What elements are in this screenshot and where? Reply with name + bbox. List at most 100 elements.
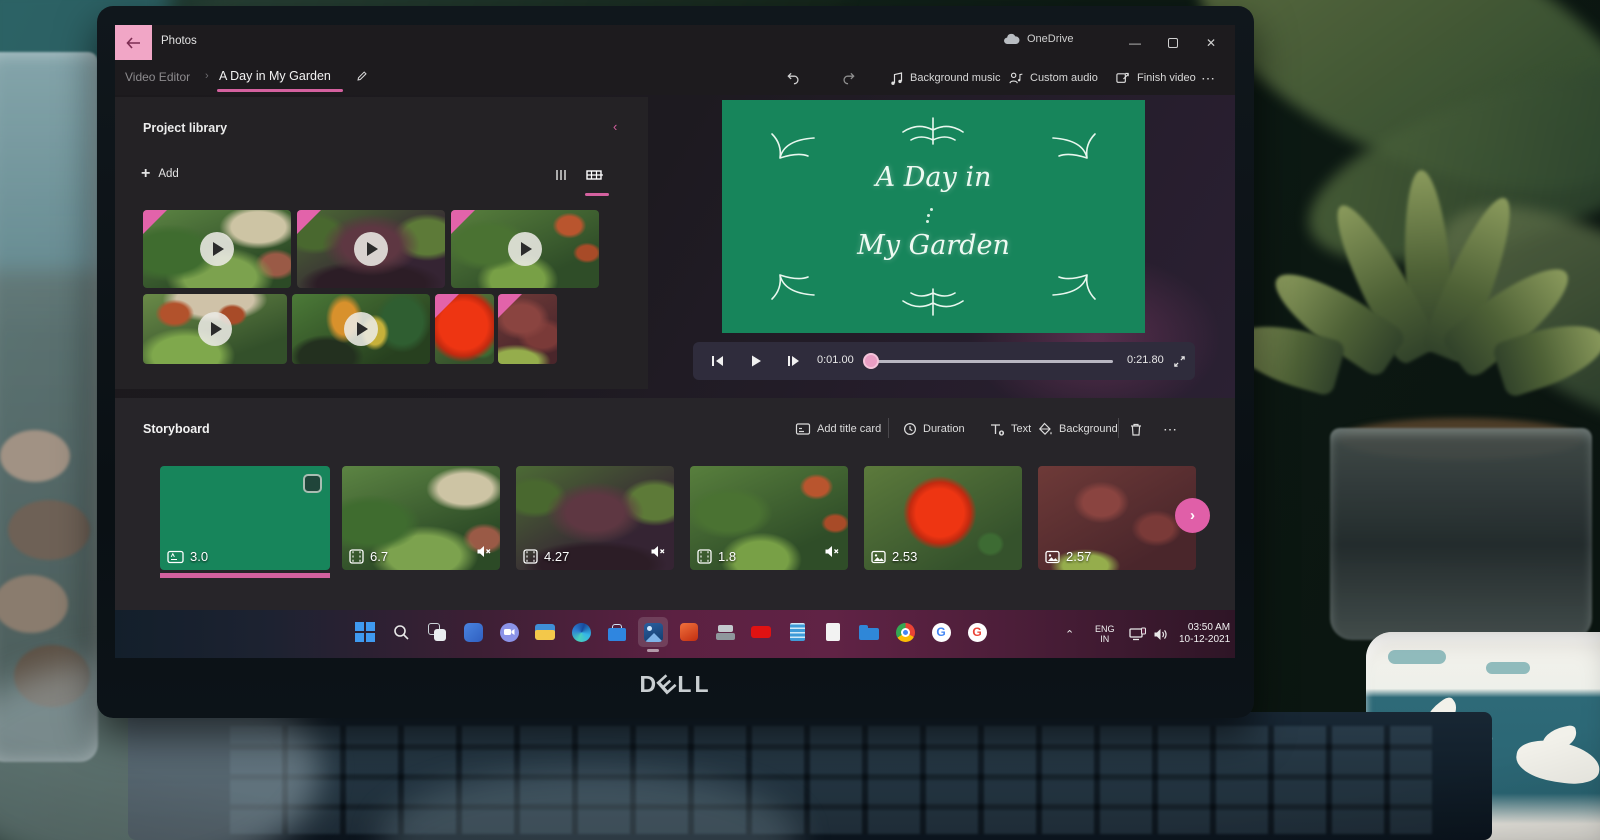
windows-taskbar: G G ⌃ ENG IN 03:50 AM 10-12-2021: [115, 610, 1235, 658]
onedrive-cloud-icon: [1004, 33, 1020, 45]
clip-duration: 6.7: [370, 549, 389, 564]
added-badge: [451, 210, 475, 234]
library-item-video-3[interactable]: [451, 210, 599, 288]
duration-button[interactable]: Duration: [903, 418, 965, 440]
list-view-toggle[interactable]: [553, 167, 569, 188]
background-button[interactable]: Background: [1037, 418, 1118, 440]
clock-tray[interactable]: 03:50 AM 10-12-2021: [1179, 610, 1230, 658]
grid-view-toggle[interactable]: [585, 167, 603, 188]
editor-main-area: Project library ‹ + Add A Day in My Gard…: [115, 95, 1235, 458]
fullscreen-button[interactable]: [1165, 342, 1193, 380]
device-app-button[interactable]: [710, 617, 740, 647]
storyboard-clip-video-3[interactable]: 1.8: [690, 466, 848, 570]
film-icon: [349, 549, 364, 564]
network-icon[interactable]: [1129, 610, 1146, 658]
language-indicator[interactable]: ENG IN: [1095, 610, 1115, 658]
title-card-line1: A Day in: [875, 162, 992, 193]
chrome-button[interactable]: [890, 617, 920, 647]
grid-view-active-underline: [585, 193, 609, 196]
mug-bird: [1513, 724, 1600, 788]
laptop-keyboard-deck: [128, 712, 1492, 840]
microsoft-store-button[interactable]: [602, 617, 632, 647]
storyboard-clip-video-1[interactable]: 6.7: [342, 466, 500, 570]
play-icon: [508, 232, 542, 266]
maximize-button[interactable]: [1155, 25, 1191, 60]
storyboard-clip-photo-2[interactable]: 2.57: [1038, 466, 1196, 570]
delete-clip-button[interactable]: [1129, 418, 1143, 440]
library-item-photo-2[interactable]: [498, 294, 557, 364]
plus-icon: +: [141, 165, 151, 182]
document-app-button[interactable]: [818, 617, 848, 647]
export-icon: [1116, 72, 1130, 83]
onedrive-status[interactable]: OneDrive: [1003, 33, 1073, 45]
storyboard-clip-titlecard[interactable]: 3.0: [160, 466, 330, 570]
start-button[interactable]: [350, 617, 380, 647]
playback-bar: 0:01.00 0:21.80: [693, 342, 1195, 380]
custom-audio-button[interactable]: Custom audio: [1008, 66, 1098, 90]
seek-thumb[interactable]: [863, 353, 879, 369]
task-view-button[interactable]: [422, 617, 452, 647]
office-button[interactable]: [674, 617, 704, 647]
undo-button[interactable]: [785, 66, 801, 90]
clip-checkbox[interactable]: [303, 474, 322, 493]
project-title: A Day in My Garden: [219, 69, 331, 83]
edge-button[interactable]: [566, 617, 596, 647]
library-item-video-2[interactable]: [297, 210, 445, 288]
breadcrumb-video-editor[interactable]: Video Editor: [125, 70, 190, 84]
scroll-next-button[interactable]: ›: [1175, 498, 1210, 533]
active-tab-underline: [217, 89, 343, 92]
minimize-button[interactable]: —: [1117, 25, 1153, 60]
search-button[interactable]: [386, 617, 416, 647]
total-time: 0:21.80: [1127, 354, 1164, 366]
add-title-card-button[interactable]: Add title card: [795, 418, 881, 440]
editor-more-button[interactable]: ⋯: [1201, 66, 1215, 90]
library-item-photo-1[interactable]: [435, 294, 494, 364]
google-app-button-2[interactable]: G: [962, 617, 992, 647]
clock-icon: [903, 422, 917, 436]
notepad-app-button[interactable]: [782, 617, 812, 647]
app-title: Photos: [161, 35, 197, 47]
play-button[interactable]: [739, 342, 773, 380]
storyboard-clip-video-2[interactable]: 4.27: [516, 466, 674, 570]
back-button[interactable]: [115, 25, 152, 60]
teams-chat-button[interactable]: [494, 617, 524, 647]
library-item-video-1[interactable]: [143, 210, 291, 288]
mug-cloud: [1486, 662, 1530, 674]
windows-logo-icon: [355, 622, 375, 642]
background-music-button[interactable]: Background music: [890, 66, 1001, 90]
next-frame-button[interactable]: [777, 342, 811, 380]
tray-overflow-chevron[interactable]: ⌃: [1065, 610, 1074, 658]
dell-logo: DELL: [639, 667, 712, 700]
folder-app-button[interactable]: [854, 617, 884, 647]
play-icon: [200, 232, 234, 266]
image-icon: [871, 550, 886, 563]
file-explorer-button[interactable]: [530, 617, 560, 647]
photos-app-button[interactable]: [638, 617, 668, 647]
add-media-button[interactable]: + Add: [141, 165, 179, 183]
play-icon: [344, 312, 378, 346]
breadcrumb-separator: ›: [205, 70, 209, 82]
previous-frame-button[interactable]: [701, 342, 735, 380]
video-preview[interactable]: A Day in My Garden: [722, 100, 1145, 333]
title-card-icon: [167, 550, 184, 563]
collapse-panel-icon[interactable]: ‹: [613, 119, 617, 134]
pebble: [0, 430, 70, 482]
seek-track[interactable]: [865, 360, 1113, 363]
added-badge: [297, 210, 321, 234]
library-item-video-5[interactable]: [292, 294, 430, 364]
close-button[interactable]: ✕: [1193, 25, 1229, 60]
widgets-button[interactable]: [458, 617, 488, 647]
person-audio-icon: [1009, 72, 1023, 83]
toolbar-divider: [1118, 418, 1119, 438]
project-library-title: Project library: [143, 121, 228, 135]
finish-video-button[interactable]: Finish video: [1115, 66, 1196, 90]
redo-button[interactable]: [841, 66, 857, 90]
red-app-button[interactable]: [746, 617, 776, 647]
google-app-button[interactable]: G: [926, 617, 956, 647]
storyboard-more-button[interactable]: ⋯: [1163, 418, 1177, 440]
library-item-video-4[interactable]: [143, 294, 287, 364]
volume-icon[interactable]: [1153, 610, 1169, 658]
rename-pencil-icon[interactable]: [355, 69, 369, 88]
storyboard-clip-photo-1[interactable]: 2.53: [864, 466, 1022, 570]
text-button[interactable]: Text: [989, 418, 1031, 440]
